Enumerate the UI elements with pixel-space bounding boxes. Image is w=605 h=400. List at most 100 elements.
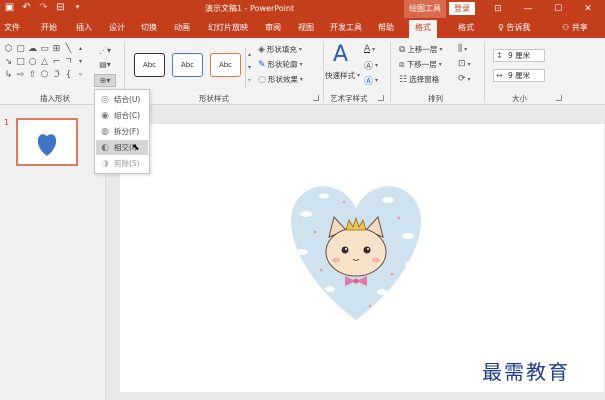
text-effects-button[interactable]: Ⓐ ▾ [364, 74, 378, 87]
quick-access-toolbar: ▣ ↶ ↷ ⊟ ▾ [4, 2, 83, 13]
style-swatch[interactable]: Abc [172, 53, 203, 77]
shape-up-arrow-icon[interactable]: ⇧ [27, 69, 38, 81]
ribbon-display-options-button[interactable]: ⊡ [484, 0, 512, 18]
minimize-button[interactable]: — [514, 0, 542, 18]
gallery-scroll-down-icon[interactable]: ▾ [75, 56, 86, 68]
shape-bolt-icon[interactable]: ℑ [51, 69, 62, 81]
shape-width-field[interactable]: ↔ 9 厘米 [493, 69, 545, 82]
save-icon[interactable]: ▣ [4, 2, 15, 13]
group-label-insert-shapes: 插入形状 [40, 94, 70, 103]
shape-styles-launcher-icon[interactable] [313, 95, 319, 101]
merge-menu-item[interactable]: ◍ 拆分(F) [96, 124, 148, 139]
dropdown-arrow-icon: ▾ [299, 61, 303, 68]
shape-square-icon[interactable]: □ [15, 56, 26, 68]
shape-triangle-icon[interactable]: △ [39, 56, 50, 68]
edit-shape-button[interactable]: ⋰▾ [94, 44, 116, 57]
shape-elbow-icon[interactable]: ㄱ [63, 56, 74, 68]
tab-slideshow[interactable]: 幻灯片放映 [208, 22, 248, 33]
tab-file[interactable]: 文件 [4, 22, 20, 33]
login-button[interactable]: 登录 [449, 2, 475, 15]
group-separator [390, 42, 391, 102]
tab-format[interactable]: 格式 [458, 22, 474, 33]
heart-picture[interactable] [120, 124, 604, 392]
style-swatch[interactable]: Abc [134, 53, 165, 77]
tab-animations[interactable]: 动画 [174, 22, 190, 33]
shape-outline-button[interactable]: ✎ 形状轮廓 ▾ [258, 59, 303, 70]
context-tools-label: 绘图工具 [404, 0, 446, 18]
menu-item-label: 组合(C) [114, 111, 141, 120]
align-icon: ⫼ [458, 44, 463, 54]
close-button[interactable]: ✕ [574, 0, 602, 18]
dropdown-arrow-icon: ▾ [357, 72, 361, 79]
shape-arrow-icon[interactable]: ↳ [3, 69, 14, 81]
redo-icon[interactable]: ↷ [38, 2, 49, 13]
tab-format-active[interactable]: 格式 [409, 20, 437, 38]
shape-block-arrow-icon[interactable]: ⇨ [15, 69, 26, 81]
customize-qat-icon[interactable]: ▾ [72, 2, 83, 13]
shape-width-value: 9 厘米 [508, 71, 531, 80]
size-launcher-icon[interactable] [556, 95, 562, 101]
shape-effects-button[interactable]: ◌ 形状效果 ▾ [258, 74, 303, 85]
tab-developer[interactable]: 开发工具 [330, 22, 362, 33]
shape-cloud-icon[interactable]: ☁ [27, 43, 38, 55]
selection-pane-button[interactable]: ☷ 选择窗格 [399, 74, 439, 85]
tab-design[interactable]: 设计 [109, 22, 125, 33]
shape-textbox-icon[interactable]: ⊞ [51, 43, 62, 55]
merge-shapes-button[interactable]: ⊕▾ [94, 74, 116, 87]
shape-rounded-rect-icon[interactable]: ▢ [15, 43, 26, 55]
merge-menu-item[interactable]: ◎ 结合(U) [96, 92, 148, 107]
quick-styles-icon[interactable]: A [333, 42, 348, 67]
maximize-button[interactable]: ☐ [544, 0, 572, 18]
style-swatch[interactable]: Abc [210, 53, 241, 77]
send-backward-button[interactable]: ⧈ 下移一层 ▾ [399, 59, 442, 70]
group-objects-button[interactable]: ⊡ ▾ [458, 59, 471, 69]
tell-me-search[interactable]: ♀ 告诉我 [498, 22, 530, 33]
slide-canvas[interactable] [120, 124, 604, 392]
dropdown-arrow-icon: ▾ [298, 46, 302, 53]
tab-review[interactable]: 审阅 [265, 22, 281, 33]
tab-transitions[interactable]: 切换 [141, 22, 157, 33]
textbox-button[interactable]: ▤▾ [94, 58, 116, 71]
tell-me-label: 告诉我 [506, 23, 531, 32]
gallery-more-icon[interactable]: ▿ [75, 69, 86, 81]
gallery-scroll-up-icon[interactable]: ▴ [75, 43, 86, 55]
merge-menu-item-hover[interactable]: ◐ 相交(I) ⬉ [96, 140, 148, 155]
undo-icon[interactable]: ↶ [21, 2, 32, 13]
tab-help[interactable]: 帮助 [378, 22, 394, 33]
shape-fill-button[interactable]: ◈ 形状填充 ▾ [258, 44, 302, 55]
shape-bend-icon[interactable]: ↘ [3, 56, 14, 68]
dropdown-arrow-icon: ▾ [372, 45, 376, 53]
shape-bracket-icon[interactable]: ⌐ [51, 56, 62, 68]
merge-menu-item[interactable]: ◉ 组合(C) [96, 108, 148, 123]
shape-pentagon-icon[interactable]: ⬠ [39, 69, 50, 81]
start-from-beginning-icon[interactable]: ⊟ [55, 2, 66, 13]
shape-brace-icon[interactable]: { [63, 69, 74, 81]
shape-hexagon-icon[interactable]: ⬡ [3, 43, 14, 55]
align-button[interactable]: ⫼ ▾ [458, 44, 467, 54]
shape-rect-icon[interactable]: ▭ [39, 43, 50, 55]
width-icon: ↔ [496, 71, 503, 80]
window-title: 演示文稿1 - PowerPoint [205, 4, 295, 13]
wordart-launcher-icon[interactable] [378, 95, 384, 101]
tab-view[interactable]: 视图 [298, 22, 314, 33]
slide-thumbnail[interactable] [16, 118, 78, 166]
pen-icon: ✎ [258, 59, 266, 70]
thumbnail-heart-icon [37, 134, 57, 156]
shape-circle-icon[interactable]: ○ [27, 56, 38, 68]
quick-styles-button[interactable]: 快速样式 ▾ [325, 70, 360, 81]
shape-line-icon[interactable]: ╲ [63, 43, 74, 55]
shape-height-field[interactable]: ↕ 9 厘米 [493, 49, 545, 62]
mouse-cursor-icon: ⬉ [132, 143, 140, 153]
share-button[interactable]: ⚇ 共享 [562, 22, 588, 33]
text-fill-button[interactable]: A ▾ [364, 44, 375, 54]
style-gallery-scroll[interactable]: ▴ ▾ ▿ [245, 48, 253, 88]
shape-effects-label: 形状效果 [267, 75, 298, 84]
bring-forward-button[interactable]: ⧉ 上移一层 ▾ [399, 44, 442, 55]
merge-menu-item-disabled[interactable]: ◑ 剪除(S) [96, 156, 148, 171]
tab-home[interactable]: 开始 [41, 22, 57, 33]
rotate-button[interactable]: ⟳ ▾ [458, 74, 471, 84]
text-outline-button[interactable]: Ⓐ ▾ [364, 59, 378, 72]
tab-insert[interactable]: 插入 [76, 22, 92, 33]
shapes-gallery[interactable]: ⬡ ▢ ☁ ▭ ⊞ ╲ ▴ ↘ □ ○ △ ⌐ ㄱ ▾ ↳ ⇨ ⇧ ⬠ ℑ { … [3, 43, 93, 81]
menu-item-label: 剪除(S) [114, 159, 140, 168]
